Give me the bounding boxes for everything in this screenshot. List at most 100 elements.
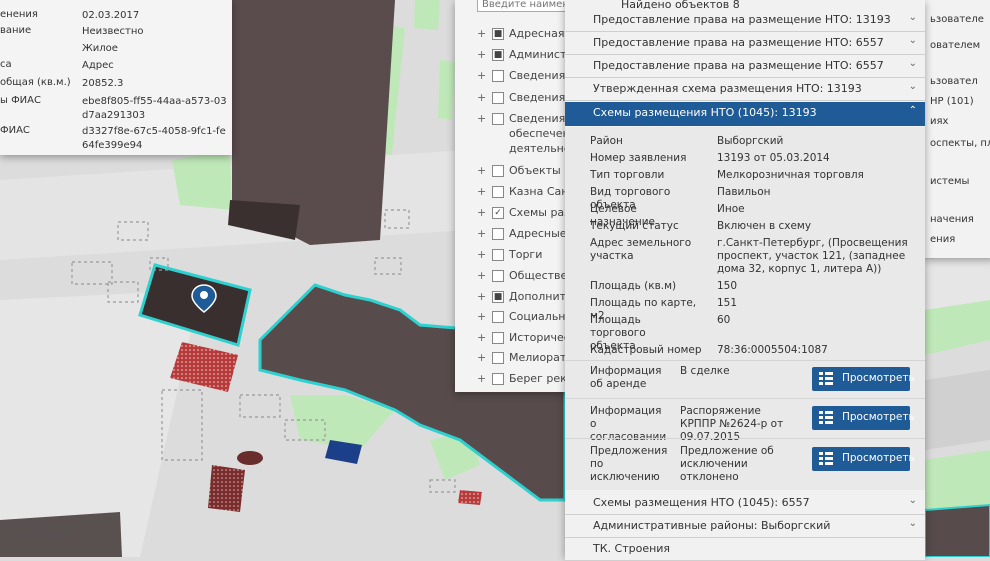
layer-label: Социальн [509,310,566,323]
chevron-down-icon[interactable]: ⌄ [909,58,917,69]
chevron-down-icon[interactable]: ⌄ [909,495,917,506]
result-title: Схемы размещения НТО (1045): 6557 [593,496,810,509]
attr-label: общая (кв.м.) [0,77,71,88]
result-header[interactable]: Предоставление права на размещение НТО: … [565,55,925,78]
list-icon [819,372,833,385]
layer-checkbox[interactable]: ✓ [492,207,504,219]
detail-value: 60 [717,314,731,326]
link-row: Информация об аренде В сделке Просмотрет… [565,360,925,399]
button-label: Просмотреть [842,372,915,384]
result-title: Предоставление права на размещение НТО: … [593,13,891,26]
attr-value: 20852.3 [82,78,124,89]
attr-row: ы ФИАС ebe8f805-ff55-44aa-a573-03d7aa291… [0,95,232,123]
attr-value: ebe8f805-ff55-44aa-a573-03d7aa291303 [82,96,227,121]
layer-label: Торги [509,248,543,261]
detail-label: Адрес земельного участка [590,237,692,262]
list-icon [819,452,833,465]
layer-checkbox[interactable] [492,332,504,344]
view-exclusion-button[interactable]: Просмотреть [812,447,915,471]
expand-icon[interactable]: + [477,227,486,240]
chevron-down-icon[interactable]: ⌄ [909,518,917,529]
result-header[interactable]: Схемы размещения НТО (1045): 6557 ⌄ [565,492,925,515]
result-title: ТК. Строения [593,542,671,555]
layer-checkbox[interactable] [492,186,504,198]
attr-value: Адрес [82,60,114,71]
layer-checkbox[interactable] [492,228,504,240]
layer-checkbox[interactable]: ■ [492,49,504,61]
layer-checkbox[interactable] [492,352,504,364]
detail-value: Павильон [717,186,771,198]
attr-label: енения [0,9,38,20]
expand-icon[interactable]: + [477,27,486,40]
attr-value: Неизвестно [82,26,144,37]
expand-icon[interactable]: + [477,48,486,61]
expand-icon[interactable]: + [477,269,486,282]
attr-label: вание [0,25,32,36]
expand-icon[interactable]: + [477,351,486,364]
view-lease-button[interactable]: Просмотреть [812,367,915,391]
right-panel-line: начения [930,214,974,225]
detail-value: г.Санкт-Петербург, (Просвещения проспект… [717,237,908,275]
link-row: Информация о согласовании Распоряжение К… [565,398,925,443]
detail-value: Мелкорозничная торговля [717,169,864,181]
chevron-down-icon[interactable]: ⌄ [909,81,917,92]
attr-row: общая (кв.м.) 20852.3 [0,77,232,91]
expand-icon[interactable]: + [477,164,486,177]
right-panel-line: оспекты, плоц [930,138,990,149]
expand-icon[interactable]: + [477,206,486,219]
attr-value: 02.03.2017 [82,10,140,21]
result-title: Административные районы: Выборгский [593,519,831,532]
expand-icon[interactable]: + [477,331,486,344]
expand-icon[interactable]: + [477,372,486,385]
layer-checkbox[interactable] [492,270,504,282]
detail-value: 78:36:0005504:1087 [717,344,828,356]
right-panel-line: ьзовател [930,76,978,87]
result-header-active[interactable]: Схемы размещения НТО (1045): 13193 ⌃ [565,102,925,126]
layer-checkbox[interactable] [492,249,504,261]
chevron-down-icon[interactable]: ⌄ [909,35,917,46]
layer-label: Мелиорати [509,351,574,364]
expand-icon[interactable]: + [477,112,486,125]
expand-icon[interactable]: + [477,310,486,323]
attr-row: вание Неизвестно [0,25,232,39]
link-label: Предложения по исключению [590,445,668,483]
expand-icon[interactable]: + [477,290,486,303]
layer-checkbox[interactable] [492,113,504,125]
detail-value: Иное [717,203,745,215]
chevron-down-icon[interactable]: ⌄ [909,12,917,23]
list-icon [819,411,833,424]
view-approval-button[interactable]: Просмотреть [812,406,915,430]
detail-label: Площадь (кв.м) [590,280,677,292]
layer-checkbox[interactable] [492,165,504,177]
layer-checkbox[interactable]: ■ [492,28,504,40]
expand-icon[interactable]: + [477,69,486,82]
result-header[interactable]: Административные районы: Выборгский ⌄ [565,515,925,538]
result-header[interactable]: Утвержденная схема размещения НТО: 13193… [565,78,925,101]
result-header[interactable]: Предоставление права на размещение НТО: … [565,32,925,55]
result-header[interactable]: ТК. Строения [565,538,925,561]
chevron-up-icon[interactable]: ⌃ [909,105,917,116]
right-panel-line: НР (101) [930,96,974,107]
right-panel-line: ователем [930,40,981,51]
link-row: Предложения по исключению Предложение об… [565,438,925,483]
result-title: Предоставление права на размещение НТО: … [593,36,884,49]
right-panel-line: истемы [930,176,970,187]
layer-checkbox[interactable] [492,70,504,82]
layer-checkbox[interactable] [492,373,504,385]
expand-icon[interactable]: + [477,185,486,198]
result-header[interactable]: Предоставление права на размещение НТО: … [565,9,925,32]
layer-checkbox[interactable]: ■ [492,291,504,303]
detail-value: 13193 от 05.03.2014 [717,152,830,164]
layer-checkbox[interactable] [492,92,504,104]
result-title: Предоставление права на размещение НТО: … [593,59,884,72]
green-area [438,60,455,120]
hatched-building[interactable] [458,490,482,505]
link-label: Информация об аренде [590,365,662,390]
details-body: Район Выборгский Номер заявления 13193 от … [565,127,925,490]
right-panel-line: ьзователе [930,14,984,25]
hatched-building[interactable] [208,465,245,512]
expand-icon[interactable]: + [477,91,486,104]
attr-value: Жилое [82,43,118,54]
layer-checkbox[interactable] [492,311,504,323]
expand-icon[interactable]: + [477,248,486,261]
